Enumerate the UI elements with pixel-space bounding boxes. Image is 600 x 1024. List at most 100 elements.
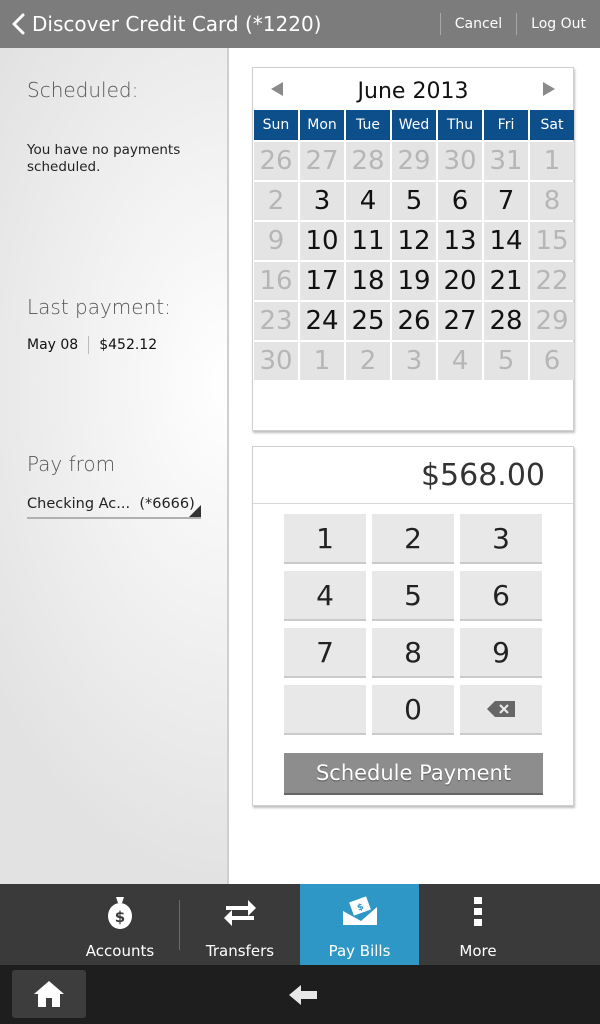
calendar-day[interactable]: 12 — [392, 222, 436, 260]
pay-from-select[interactable]: Checking Ac... (*6666) — [27, 491, 201, 519]
calendar-day: 1 — [300, 342, 344, 380]
calendar-day: 8 — [530, 182, 574, 220]
more-dots-icon — [458, 890, 498, 934]
calendar-weekday-label: Sun — [254, 110, 298, 140]
calendar-day[interactable]: 28 — [484, 302, 528, 340]
calendar-day[interactable]: 11 — [346, 222, 390, 260]
last-payment-row: May 08 $452.12 — [27, 336, 157, 354]
tab-pay-bills[interactable]: $ Pay Bills — [300, 884, 419, 965]
calendar-day[interactable]: 3 — [300, 182, 344, 220]
backspace-icon — [487, 701, 515, 717]
calendar-day: 2 — [254, 182, 298, 220]
system-back-button[interactable] — [283, 975, 323, 1015]
calendar-day: 26 — [254, 142, 298, 180]
system-nav-bar — [0, 965, 600, 1024]
schedule-payment-button[interactable]: Schedule Payment — [284, 753, 543, 795]
tab-more[interactable]: More — [419, 884, 537, 965]
scheduled-label: Scheduled: — [27, 78, 139, 102]
calendar-day[interactable]: 18 — [346, 262, 390, 300]
calendar-day: 9 — [254, 222, 298, 260]
digit-key[interactable]: 0 — [372, 685, 454, 735]
back-chevron-icon[interactable] — [4, 0, 32, 48]
svg-text:$: $ — [115, 908, 125, 926]
calendar-day[interactable]: 19 — [392, 262, 436, 300]
calendar-day: 23 — [254, 302, 298, 340]
calendar-day: 30 — [438, 142, 482, 180]
panel-divider — [227, 48, 229, 884]
digit-key[interactable]: 9 — [460, 628, 542, 678]
digit-key[interactable]: 8 — [372, 628, 454, 678]
calendar-weekday-label: Tue — [346, 110, 390, 140]
app-header: Discover Credit Card (*1220) Cancel Log … — [0, 0, 600, 48]
digit-key[interactable]: 5 — [372, 571, 454, 621]
bottom-tab-bar: $ Accounts Transfers $ Pay Bills More — [0, 884, 600, 965]
digit-key[interactable]: 7 — [284, 628, 366, 678]
calendar-day: 29 — [392, 142, 436, 180]
digit-key[interactable]: 2 — [372, 514, 454, 564]
calendar-day: 15 — [530, 222, 574, 260]
calendar-month-title: June 2013 — [357, 78, 469, 104]
calendar-day[interactable]: 13 — [438, 222, 482, 260]
calendar-day: 2 — [346, 342, 390, 380]
digit-key[interactable]: 6 — [460, 571, 542, 621]
calendar-day[interactable]: 25 — [346, 302, 390, 340]
calendar-day: 27 — [300, 142, 344, 180]
calendar-day[interactable]: 5 — [392, 182, 436, 220]
calendar-day-grid: 26 27 28 29 30 31 1 2 3 4 5 6 7 8 9 10 11 12 13 14 15 16 17 18 1… — [253, 142, 574, 380]
prev-month-icon[interactable] — [271, 82, 283, 96]
calendar-weekday-row: Sun Mon Tue Wed Thu Fri Sat — [253, 110, 574, 140]
calendar-weekday-label: Wed — [392, 110, 436, 140]
home-button[interactable] — [12, 970, 86, 1018]
tab-accounts[interactable]: $ Accounts — [60, 884, 180, 965]
header-actions: Cancel Log Out — [439, 0, 600, 48]
keypad-grid: 123 456 7890 — [284, 514, 542, 735]
calendar-day[interactable]: 20 — [438, 262, 482, 300]
back-arrow-icon — [289, 985, 317, 1005]
calendar-day[interactable]: 27 — [438, 302, 482, 340]
calendar-weekday-label: Fri — [484, 110, 528, 140]
tab-label: More — [459, 942, 497, 960]
calendar-day: 30 — [254, 342, 298, 380]
money-bag-icon: $ — [100, 890, 140, 934]
digit-key[interactable]: 1 — [284, 514, 366, 564]
last-payment-label: Last payment: — [27, 295, 171, 319]
calendar-day: 5 — [484, 342, 528, 380]
tab-transfers[interactable]: Transfers — [180, 884, 300, 965]
home-icon — [34, 981, 64, 1007]
pay-bill-envelope-icon: $ — [340, 890, 380, 934]
calendar-day: 29 — [530, 302, 574, 340]
calendar-day[interactable]: 24 — [300, 302, 344, 340]
blank-key — [284, 685, 366, 735]
next-month-icon[interactable] — [543, 82, 555, 96]
tab-label: Transfers — [205, 942, 275, 960]
calendar-day[interactable]: 7 — [484, 182, 528, 220]
pay-from-value: Checking Ac... (*6666) — [27, 496, 195, 512]
calendar-day: 31 — [484, 142, 528, 180]
calendar-day: 28 — [346, 142, 390, 180]
digit-key[interactable]: 4 — [284, 571, 366, 621]
calendar: June 2013 Sun Mon Tue Wed Thu Fri Sat 26 27 28 29… — [252, 67, 574, 431]
keypad-panel: $568.00 123 456 7890 Schedule Payment — [252, 446, 574, 806]
calendar-day: 1 — [530, 142, 574, 180]
calendar-day[interactable]: 17 — [300, 262, 344, 300]
backspace-key[interactable] — [460, 685, 542, 735]
calendar-day: 4 — [438, 342, 482, 380]
page-title: Discover Credit Card (*1220) — [32, 12, 322, 36]
calendar-weekday-label: Mon — [300, 110, 344, 140]
calendar-weekday-label: Sat — [530, 110, 574, 140]
tab-label: Accounts — [85, 942, 155, 960]
calendar-day[interactable]: 10 — [300, 222, 344, 260]
calendar-day[interactable]: 14 — [484, 222, 528, 260]
digit-key[interactable]: 3 — [460, 514, 542, 564]
last-payment-date: May 08 — [27, 337, 79, 353]
calendar-header: June 2013 — [253, 68, 573, 110]
calendar-day: 22 — [530, 262, 574, 300]
last-payment-amount: $452.12 — [99, 337, 158, 353]
calendar-day[interactable]: 6 — [438, 182, 482, 220]
logout-button[interactable]: Log Out — [517, 0, 600, 48]
calendar-day[interactable]: 21 — [484, 262, 528, 300]
tab-label: Pay Bills — [328, 942, 391, 960]
calendar-day[interactable]: 26 — [392, 302, 436, 340]
calendar-day[interactable]: 4 — [346, 182, 390, 220]
cancel-button[interactable]: Cancel — [441, 0, 516, 48]
